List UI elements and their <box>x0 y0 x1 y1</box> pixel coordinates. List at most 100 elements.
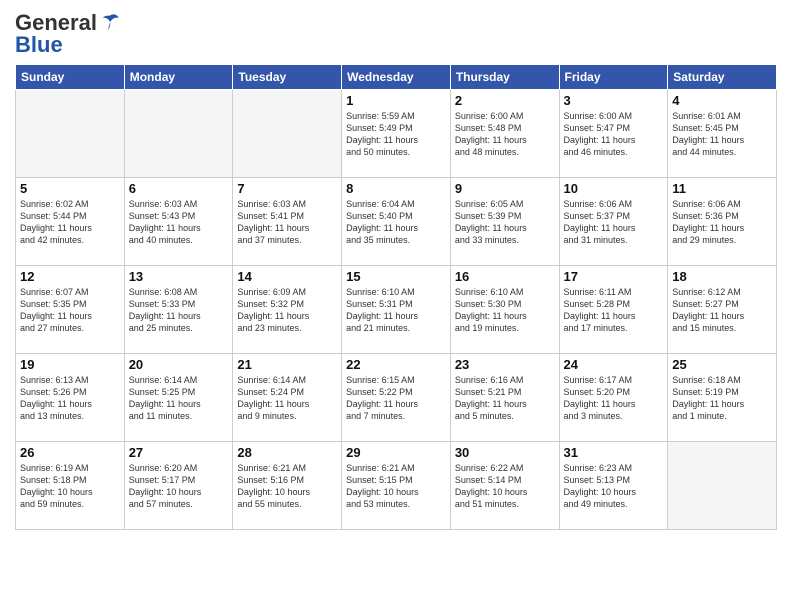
day-number: 22 <box>346 357 446 372</box>
weekday-header-thursday: Thursday <box>450 65 559 90</box>
calendar-cell: 3 Sunrise: 6:00 AM Sunset: 5:47 PM Daylig… <box>559 90 668 178</box>
calendar-cell: 16 Sunrise: 6:10 AM Sunset: 5:30 PM Dayli… <box>450 266 559 354</box>
day-info: Sunrise: 6:23 AM Sunset: 5:13 PM Dayligh… <box>564 462 664 511</box>
weekday-header-friday: Friday <box>559 65 668 90</box>
day-number: 7 <box>237 181 337 196</box>
calendar-cell: 28Sunrise: 6:21 AM Sunset: 5:16 PM Dayli… <box>233 442 342 530</box>
day-number: 20 <box>129 357 229 372</box>
calendar-cell: 10 Sunrise: 6:06 AM Sunset: 5:37 PM Dayli… <box>559 178 668 266</box>
day-number: 5 <box>20 181 120 196</box>
day-info: Sunrise: 6:19 AM Sunset: 5:18 PM Dayligh… <box>20 462 120 511</box>
day-number: 8 <box>346 181 446 196</box>
day-number: 11 <box>672 181 772 196</box>
calendar-cell: 21 Sunrise: 6:14 AM Sunset: 5:24 PM Dayli… <box>233 354 342 442</box>
weekday-header-row: SundayMondayTuesdayWednesdayThursdayFrid… <box>16 65 777 90</box>
day-number: 23 <box>455 357 555 372</box>
calendar-cell: 24 Sunrise: 6:17 AM Sunset: 5:20 PM Dayli… <box>559 354 668 442</box>
day-number: 4 <box>672 93 772 108</box>
logo: General Blue <box>15 10 121 58</box>
logo-blue: Blue <box>15 32 63 58</box>
day-info: Sunrise: 6:12 AM Sunset: 5:27 PM Dayligh… <box>672 286 772 335</box>
day-info: Sunrise: 6:16 AM Sunset: 5:21 PM Dayligh… <box>455 374 555 423</box>
calendar-cell: 17 Sunrise: 6:11 AM Sunset: 5:28 PM Dayli… <box>559 266 668 354</box>
day-info: Sunrise: 6:01 AM Sunset: 5:45 PM Dayligh… <box>672 110 772 159</box>
calendar-cell: 6Sunrise: 6:03 AM Sunset: 5:43 PM Daylig… <box>124 178 233 266</box>
calendar-cell: 27 Sunrise: 6:20 AM Sunset: 5:17 PM Dayli… <box>124 442 233 530</box>
day-number: 28 <box>237 445 337 460</box>
calendar-cell: 9Sunrise: 6:05 AM Sunset: 5:39 PM Daylig… <box>450 178 559 266</box>
header: General Blue <box>15 10 777 58</box>
day-info: Sunrise: 6:17 AM Sunset: 5:20 PM Dayligh… <box>564 374 664 423</box>
calendar-cell: 23 Sunrise: 6:16 AM Sunset: 5:21 PM Dayli… <box>450 354 559 442</box>
calendar-cell: 19Sunrise: 6:13 AM Sunset: 5:26 PM Dayli… <box>16 354 125 442</box>
day-info: Sunrise: 6:06 AM Sunset: 5:37 PM Dayligh… <box>564 198 664 247</box>
day-info: Sunrise: 6:21 AM Sunset: 5:15 PM Dayligh… <box>346 462 446 511</box>
day-info: Sunrise: 6:10 AM Sunset: 5:31 PM Dayligh… <box>346 286 446 335</box>
day-info: Sunrise: 6:22 AM Sunset: 5:14 PM Dayligh… <box>455 462 555 511</box>
day-info: Sunrise: 6:06 AM Sunset: 5:36 PM Dayligh… <box>672 198 772 247</box>
calendar-cell <box>124 90 233 178</box>
day-number: 18 <box>672 269 772 284</box>
calendar-cell: 18 Sunrise: 6:12 AM Sunset: 5:27 PM Dayli… <box>668 266 777 354</box>
day-number: 3 <box>564 93 664 108</box>
day-info: Sunrise: 6:00 AM Sunset: 5:47 PM Dayligh… <box>564 110 664 159</box>
day-info: Sunrise: 6:00 AM Sunset: 5:48 PM Dayligh… <box>455 110 555 159</box>
day-info: Sunrise: 5:59 AM Sunset: 5:49 PM Dayligh… <box>346 110 446 159</box>
calendar-cell <box>233 90 342 178</box>
day-number: 9 <box>455 181 555 196</box>
calendar-cell: 26Sunrise: 6:19 AM Sunset: 5:18 PM Dayli… <box>16 442 125 530</box>
calendar-cell: 29 Sunrise: 6:21 AM Sunset: 5:15 PM Dayli… <box>342 442 451 530</box>
day-number: 21 <box>237 357 337 372</box>
calendar-cell: 25Sunrise: 6:18 AM Sunset: 5:19 PM Dayli… <box>668 354 777 442</box>
calendar-cell <box>668 442 777 530</box>
day-info: Sunrise: 6:11 AM Sunset: 5:28 PM Dayligh… <box>564 286 664 335</box>
weekday-header-monday: Monday <box>124 65 233 90</box>
calendar-cell: 7 Sunrise: 6:03 AM Sunset: 5:41 PM Daylig… <box>233 178 342 266</box>
calendar-cell: 5 Sunrise: 6:02 AM Sunset: 5:44 PM Daylig… <box>16 178 125 266</box>
day-number: 24 <box>564 357 664 372</box>
weekday-header-sunday: Sunday <box>16 65 125 90</box>
day-info: Sunrise: 6:04 AM Sunset: 5:40 PM Dayligh… <box>346 198 446 247</box>
day-number: 25 <box>672 357 772 372</box>
day-info: Sunrise: 6:10 AM Sunset: 5:30 PM Dayligh… <box>455 286 555 335</box>
day-info: Sunrise: 6:07 AM Sunset: 5:35 PM Dayligh… <box>20 286 120 335</box>
day-info: Sunrise: 6:14 AM Sunset: 5:25 PM Dayligh… <box>129 374 229 423</box>
calendar-cell: 4 Sunrise: 6:01 AM Sunset: 5:45 PM Daylig… <box>668 90 777 178</box>
calendar-cell: 13Sunrise: 6:08 AM Sunset: 5:33 PM Dayli… <box>124 266 233 354</box>
day-info: Sunrise: 6:02 AM Sunset: 5:44 PM Dayligh… <box>20 198 120 247</box>
day-number: 6 <box>129 181 229 196</box>
calendar: SundayMondayTuesdayWednesdayThursdayFrid… <box>15 64 777 530</box>
day-info: Sunrise: 6:03 AM Sunset: 5:41 PM Dayligh… <box>237 198 337 247</box>
day-info: Sunrise: 6:08 AM Sunset: 5:33 PM Dayligh… <box>129 286 229 335</box>
day-number: 1 <box>346 93 446 108</box>
page-container: General Blue SundayMondayTuesdayWednesda… <box>0 0 792 540</box>
day-info: Sunrise: 6:20 AM Sunset: 5:17 PM Dayligh… <box>129 462 229 511</box>
day-info: Sunrise: 6:13 AM Sunset: 5:26 PM Dayligh… <box>20 374 120 423</box>
day-number: 29 <box>346 445 446 460</box>
logo-bird-icon <box>99 12 121 34</box>
calendar-cell: 14Sunrise: 6:09 AM Sunset: 5:32 PM Dayli… <box>233 266 342 354</box>
day-number: 31 <box>564 445 664 460</box>
calendar-cell <box>16 90 125 178</box>
day-number: 27 <box>129 445 229 460</box>
calendar-cell: 22Sunrise: 6:15 AM Sunset: 5:22 PM Dayli… <box>342 354 451 442</box>
day-number: 17 <box>564 269 664 284</box>
week-row-0: 1 Sunrise: 5:59 AM Sunset: 5:49 PM Daylig… <box>16 90 777 178</box>
day-info: Sunrise: 6:09 AM Sunset: 5:32 PM Dayligh… <box>237 286 337 335</box>
weekday-header-wednesday: Wednesday <box>342 65 451 90</box>
day-number: 2 <box>455 93 555 108</box>
calendar-cell: 12 Sunrise: 6:07 AM Sunset: 5:35 PM Dayli… <box>16 266 125 354</box>
calendar-cell: 30 Sunrise: 6:22 AM Sunset: 5:14 PM Dayli… <box>450 442 559 530</box>
day-number: 16 <box>455 269 555 284</box>
day-number: 30 <box>455 445 555 460</box>
day-number: 10 <box>564 181 664 196</box>
calendar-cell: 2 Sunrise: 6:00 AM Sunset: 5:48 PM Daylig… <box>450 90 559 178</box>
day-number: 12 <box>20 269 120 284</box>
day-number: 15 <box>346 269 446 284</box>
week-row-1: 5 Sunrise: 6:02 AM Sunset: 5:44 PM Daylig… <box>16 178 777 266</box>
week-row-2: 12 Sunrise: 6:07 AM Sunset: 5:35 PM Dayli… <box>16 266 777 354</box>
week-row-3: 19Sunrise: 6:13 AM Sunset: 5:26 PM Dayli… <box>16 354 777 442</box>
calendar-cell: 15 Sunrise: 6:10 AM Sunset: 5:31 PM Dayli… <box>342 266 451 354</box>
weekday-header-tuesday: Tuesday <box>233 65 342 90</box>
day-info: Sunrise: 6:14 AM Sunset: 5:24 PM Dayligh… <box>237 374 337 423</box>
